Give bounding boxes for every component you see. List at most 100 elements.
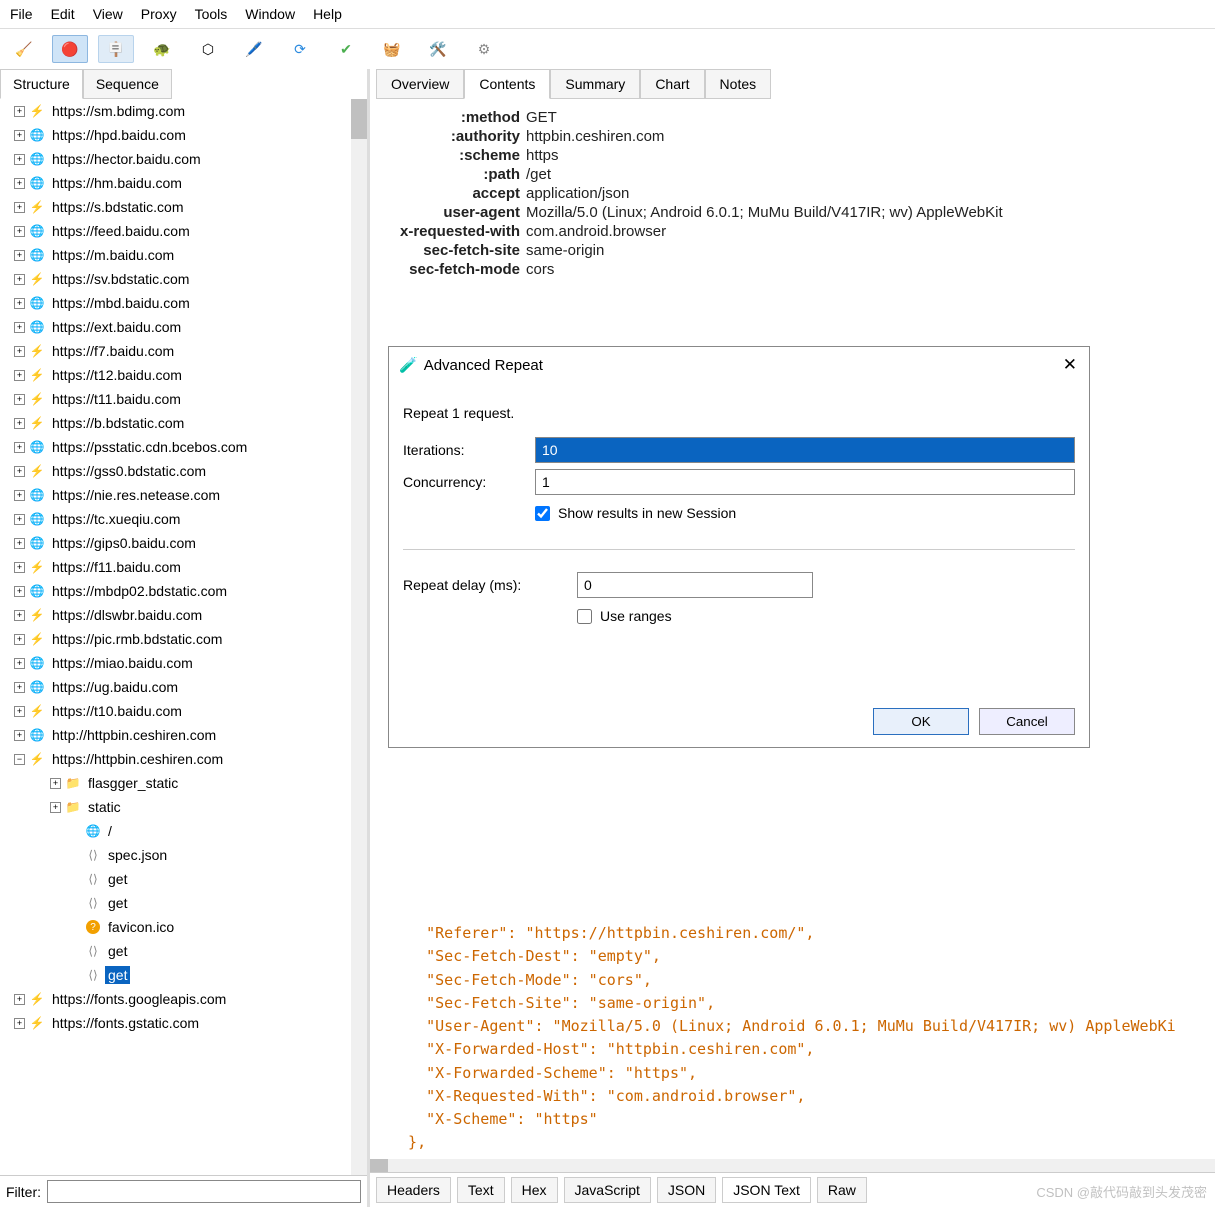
expander-icon[interactable] [14,466,25,477]
check-icon[interactable]: ✔ [328,35,364,63]
tree-row[interactable]: 🌐https://psstatic.cdn.bcebos.com [4,435,367,459]
expander-icon[interactable] [14,322,25,333]
menu-file[interactable]: File [10,6,33,22]
tree-row[interactable]: ⚡https://t11.baidu.com [4,387,367,411]
tree-row[interactable]: ⚡https://dlswbr.baidu.com [4,603,367,627]
tree-row[interactable]: ⚡https://pic.rmb.bdstatic.com [4,627,367,651]
delay-input[interactable] [577,572,813,598]
expander-icon[interactable] [14,130,25,141]
expander-icon[interactable] [14,586,25,597]
tab-notes[interactable]: Notes [705,69,772,99]
expander-icon[interactable] [14,1018,25,1029]
concurrency-input[interactable] [535,469,1075,495]
tree-row[interactable]: 🌐https://mbdp02.bdstatic.com [4,579,367,603]
expander-icon[interactable] [50,778,61,789]
tree-row[interactable]: 🌐https://hm.baidu.com [4,171,367,195]
tree-row[interactable]: 🌐https://miao.baidu.com [4,651,367,675]
tree-row[interactable]: ⚡https://gss0.bdstatic.com [4,459,367,483]
bottom-tab-json[interactable]: JSON [657,1177,716,1203]
refresh-icon[interactable]: ⟳ [282,35,318,63]
menu-window[interactable]: Window [245,6,295,22]
expander-icon[interactable] [14,202,25,213]
tree-row[interactable]: ⚡https://fonts.gstatic.com [4,1011,367,1035]
throttle-icon[interactable]: 🪧 [98,35,134,63]
tree-row[interactable]: 🌐https://ext.baidu.com [4,315,367,339]
expander-icon[interactable] [14,706,25,717]
expander-icon[interactable] [14,994,25,1005]
tree[interactable]: ⚡https://sm.bdimg.com🌐https://hpd.baidu.… [0,99,367,1175]
tab-contents[interactable]: Contents [464,69,550,99]
tree-row[interactable]: 📁flasgger_static [4,771,367,795]
pen-icon[interactable]: 🖊️ [236,35,272,63]
menu-help[interactable]: Help [313,6,342,22]
expander-icon[interactable] [14,658,25,669]
tree-row[interactable]: ⟨⟩get [4,867,367,891]
turtle-icon[interactable]: 🐢 [144,35,180,63]
tree-row[interactable]: 🌐https://tc.xueqiu.com [4,507,367,531]
expander-icon[interactable] [14,154,25,165]
tree-row[interactable]: ⚡https://f7.baidu.com [4,339,367,363]
tree-row[interactable]: ⟨⟩get [4,891,367,915]
expander-icon[interactable] [14,682,25,693]
tree-row[interactable]: 🌐http://httpbin.ceshiren.com [4,723,367,747]
menu-tools[interactable]: Tools [195,6,228,22]
menu-edit[interactable]: Edit [51,6,75,22]
tree-row[interactable]: ⚡https://t10.baidu.com [4,699,367,723]
expander-icon[interactable] [14,370,25,381]
tree-row[interactable]: 🌐https://ug.baidu.com [4,675,367,699]
expander-icon[interactable] [14,418,25,429]
expander-icon[interactable] [14,730,25,741]
tree-row[interactable]: 📁static [4,795,367,819]
expander-icon[interactable] [14,250,25,261]
use-ranges-checkbox[interactable] [577,609,592,624]
scrollbar[interactable] [351,99,367,1175]
expander-icon[interactable] [14,106,25,117]
tree-row[interactable]: 🌐https://feed.baidu.com [4,219,367,243]
basket-icon[interactable]: 🧺 [374,35,410,63]
tree-row[interactable]: ⚡https://f11.baidu.com [4,555,367,579]
tree-row[interactable]: ⚡https://sm.bdimg.com [4,99,367,123]
bottom-tab-javascript[interactable]: JavaScript [564,1177,651,1203]
close-icon[interactable]: ✕ [1063,355,1077,375]
expander-icon[interactable] [14,394,25,405]
tree-row[interactable]: ⟨⟩spec.json [4,843,367,867]
tree-row[interactable]: ⟨⟩get [4,963,367,987]
tab-chart[interactable]: Chart [640,69,704,99]
expander-icon[interactable] [14,754,25,765]
tree-row[interactable]: ⚡https://t12.baidu.com [4,363,367,387]
tree-row[interactable]: ⚡https://s.bdstatic.com [4,195,367,219]
tab-overview[interactable]: Overview [376,69,464,99]
tree-row[interactable]: ?favicon.ico [4,915,367,939]
bottom-tab-raw[interactable]: Raw [817,1177,867,1203]
tree-row[interactable]: ⚡https://b.bdstatic.com [4,411,367,435]
tab-structure[interactable]: Structure [0,69,83,99]
tree-row[interactable]: 🌐https://m.baidu.com [4,243,367,267]
expander-icon[interactable] [14,490,25,501]
bottom-tab-headers[interactable]: Headers [376,1177,451,1203]
gear-icon[interactable]: ⚙ [466,35,502,63]
cancel-button[interactable]: Cancel [979,708,1075,735]
menu-proxy[interactable]: Proxy [141,6,177,22]
expander-icon[interactable] [14,562,25,573]
tab-sequence[interactable]: Sequence [83,69,172,99]
iterations-input[interactable] [535,437,1075,463]
expander-icon[interactable] [14,226,25,237]
tree-row[interactable]: ⚡https://fonts.googleapis.com [4,987,367,1011]
broom-icon[interactable]: 🧹 [6,35,42,63]
ok-button[interactable]: OK [873,708,969,735]
bottom-tab-text[interactable]: Text [457,1177,505,1203]
filter-input[interactable] [47,1180,361,1203]
hexagon-icon[interactable]: ⬡ [190,35,226,63]
tree-row[interactable]: 🌐https://gips0.baidu.com [4,531,367,555]
tree-row[interactable]: ⚡https://sv.bdstatic.com [4,267,367,291]
tools-icon[interactable]: 🛠️ [420,35,456,63]
bottom-tab-json-text[interactable]: JSON Text [722,1177,811,1203]
tree-row[interactable]: 🌐/ [4,819,367,843]
menu-view[interactable]: View [93,6,123,22]
tree-row[interactable]: ⚡https://httpbin.ceshiren.com [4,747,367,771]
show-results-checkbox[interactable] [535,506,550,521]
expander-icon[interactable] [14,514,25,525]
expander-icon[interactable] [14,610,25,621]
tree-row[interactable]: 🌐https://mbd.baidu.com [4,291,367,315]
expander-icon[interactable] [14,346,25,357]
